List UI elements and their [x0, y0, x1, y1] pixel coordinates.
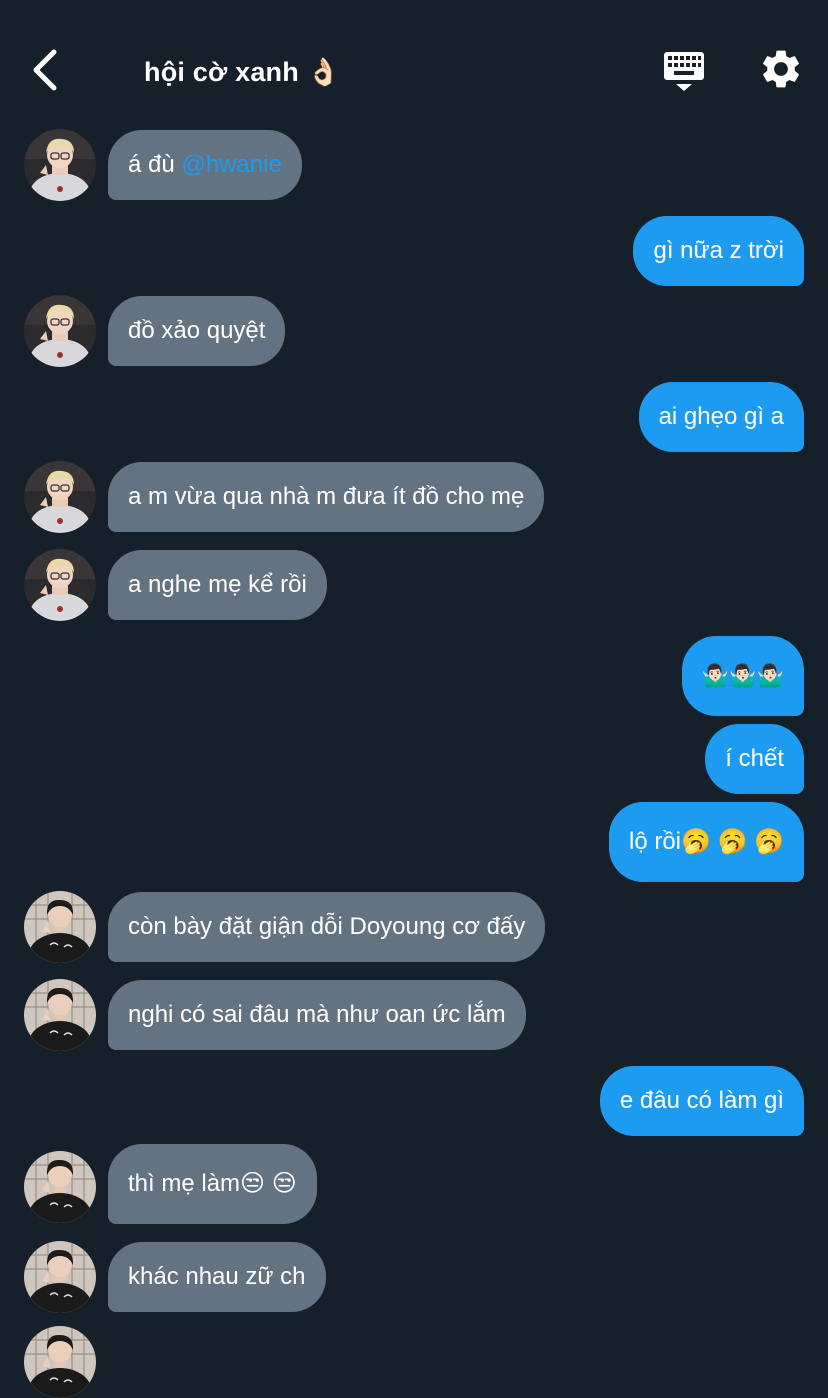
incoming-message[interactable]: thì mẹ làm😒 😒 — [108, 1144, 317, 1224]
message-text: a nghe mẹ kể rồi — [128, 571, 307, 598]
outgoing-message[interactable]: ai ghẹo gì a — [638, 382, 804, 452]
chat-header: hội cờ xanh 👌🏻 — [0, 0, 828, 120]
keyboard-button[interactable] — [660, 48, 708, 94]
incoming-message[interactable]: còn bày đặt giận dỗi Doyoung cơ đấy — [108, 892, 546, 962]
message-text: a m vừa qua nhà m đưa ít đồ cho mẹ — [128, 483, 525, 510]
outgoing-message[interactable]: e đâu có làm gì — [599, 1066, 804, 1136]
avatar[interactable] — [24, 295, 96, 367]
settings-button[interactable] — [758, 46, 804, 92]
message-text: ai ghẹo gì a — [658, 403, 784, 430]
outgoing-message[interactable]: gì nữa z trời — [633, 216, 804, 286]
incoming-message[interactable]: khác nhau zữ ch — [108, 1242, 326, 1312]
back-button[interactable] — [28, 48, 68, 92]
message-text: e đâu có làm gì — [619, 1087, 784, 1114]
avatar[interactable] — [24, 1326, 96, 1398]
message-text: nghi có sai đâu mà như oan ức lắm — [128, 1001, 506, 1028]
mention-link[interactable]: @hwanie — [181, 151, 281, 178]
message-text: lộ rồi🥱 🥱 🥱 — [628, 828, 784, 855]
message-text: thì mẹ làm😒 😒 — [128, 1170, 297, 1197]
outgoing-message[interactable]: lộ rồi🥱 🥱 🥱 — [608, 802, 804, 882]
avatar[interactable] — [24, 891, 96, 963]
gear-icon — [763, 50, 799, 88]
keyboard-icon — [664, 52, 704, 91]
avatar[interactable] — [24, 979, 96, 1051]
message-text: khác nhau zữ ch — [128, 1263, 306, 1290]
avatar[interactable] — [24, 461, 96, 533]
avatar[interactable] — [24, 1151, 96, 1223]
avatar[interactable] — [24, 549, 96, 621]
message-text: á đù — [128, 151, 182, 178]
outgoing-message[interactable]: 🤷🏻‍♂️🤷🏻‍♂️🤷🏻‍♂️ — [681, 636, 804, 716]
incoming-message[interactable]: a m vừa qua nhà m đưa ít đồ cho mẹ — [108, 462, 545, 532]
incoming-message[interactable]: á đù @hwanie — [108, 130, 302, 200]
conversation-title: hội cờ xanh 👌🏻 — [144, 57, 341, 87]
avatar[interactable] — [24, 129, 96, 201]
message-text: còn bày đặt giận dỗi Doyoung cơ đấy — [128, 913, 526, 940]
incoming-message[interactable]: a nghe mẹ kể rồi — [108, 550, 327, 620]
message-text: gì nữa z trời — [653, 237, 784, 264]
message-text: í chết — [725, 745, 784, 772]
avatar[interactable] — [24, 1241, 96, 1313]
message-text: 🤷🏻‍♂️🤷🏻‍♂️🤷🏻‍♂️ — [701, 664, 784, 689]
chevron-left-icon — [33, 49, 57, 91]
incoming-message[interactable]: đồ xảo quyệt — [108, 296, 286, 366]
message-text: đồ xảo quyệt — [128, 317, 266, 344]
outgoing-message[interactable]: í chết — [705, 724, 804, 794]
incoming-message[interactable]: nghi có sai đâu mà như oan ức lắm — [108, 980, 526, 1050]
